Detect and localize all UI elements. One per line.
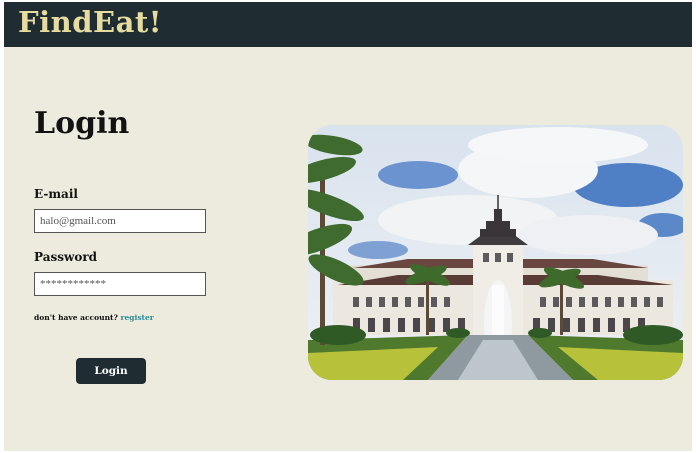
page-title: Login — [34, 106, 130, 141]
password-label: Password — [34, 250, 98, 264]
password-field[interactable] — [34, 272, 206, 296]
register-link[interactable]: register — [121, 313, 154, 322]
building-photo — [308, 125, 683, 380]
login-button[interactable]: Login — [76, 358, 146, 384]
email-label: E-mail — [34, 187, 78, 201]
register-prompt: don't have account? register — [34, 313, 154, 322]
email-field[interactable] — [34, 209, 206, 233]
app-frame: FindEat! Login E-mail Password don't hav… — [4, 2, 692, 451]
top-bar: FindEat! — [4, 2, 692, 47]
no-account-text: don't have account? — [34, 313, 118, 322]
brand-logo[interactable]: FindEat! — [18, 5, 162, 39]
